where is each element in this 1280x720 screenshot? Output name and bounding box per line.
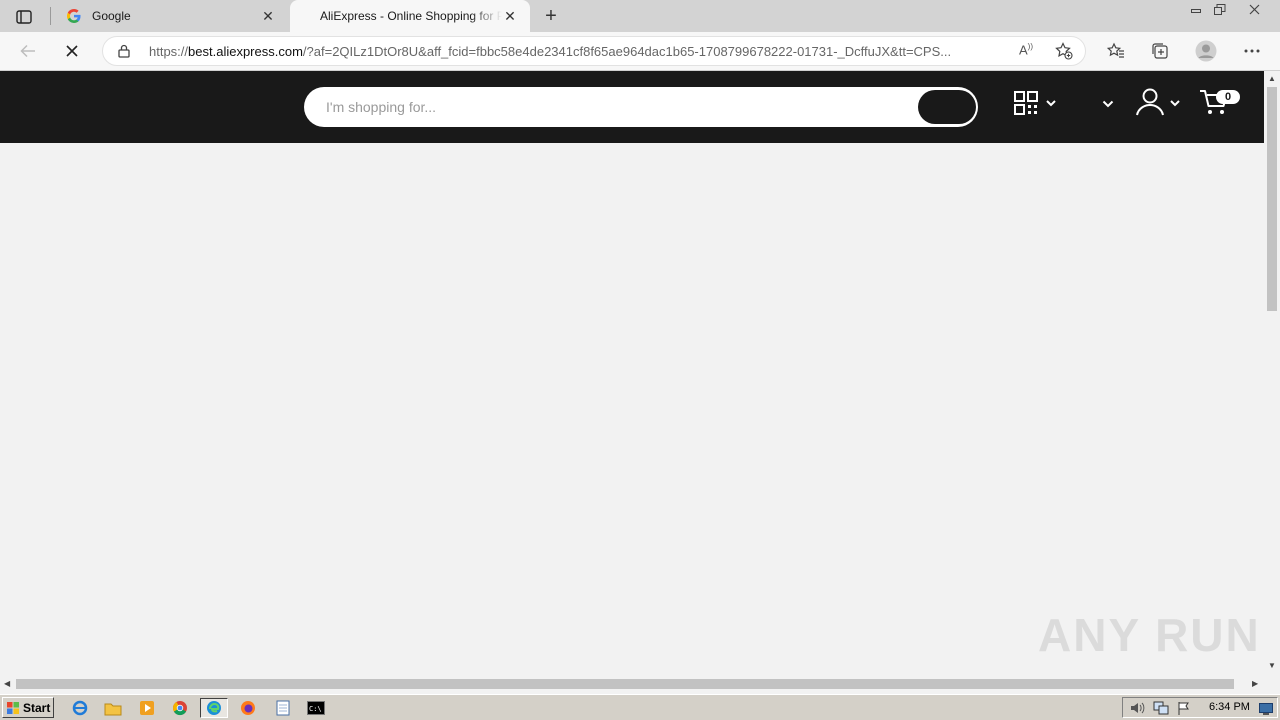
scroll-down-arrow-icon[interactable]: ▼ xyxy=(1268,661,1276,670)
action-center-flag-icon[interactable] xyxy=(1177,701,1191,720)
stop-icon xyxy=(66,45,78,57)
tab-separator xyxy=(50,7,51,25)
horizontal-scrollbar[interactable]: ◀ ▶ xyxy=(0,677,1264,691)
lock-icon xyxy=(118,44,130,63)
vertical-scroll-thumb[interactable] xyxy=(1267,87,1277,311)
volume-icon[interactable] xyxy=(1129,701,1145,720)
search-bar xyxy=(304,87,978,127)
tab-actions-button[interactable] xyxy=(8,6,40,28)
language-dropdown-button[interactable] xyxy=(1100,97,1116,111)
cart-count-badge: 0 xyxy=(1216,90,1240,104)
scroll-left-arrow-icon[interactable]: ◀ xyxy=(4,679,10,688)
restore-button[interactable] xyxy=(1208,0,1232,18)
url-path: /?af=2QILz1DtOr8U&aff_fcid=fbbc58e4de234… xyxy=(302,44,952,59)
back-arrow-icon xyxy=(20,44,35,58)
start-button[interactable]: Start xyxy=(2,697,54,718)
internet-explorer-icon xyxy=(72,700,88,716)
browser-toolbar: https://best.aliexpress.com/?af=2QILz1Dt… xyxy=(0,32,1280,71)
tab-google[interactable]: Google ✕ xyxy=(56,0,288,32)
taskbar: Start C:\ 6:34 PM xyxy=(0,694,1280,720)
taskbar-notepad-button[interactable] xyxy=(269,698,297,718)
collections-icon xyxy=(1152,43,1168,59)
horizontal-scroll-thumb[interactable] xyxy=(16,679,1234,689)
taskbar-edge-button[interactable] xyxy=(200,698,228,718)
url-host: best.aliexpress.com xyxy=(188,44,303,59)
scroll-up-arrow-icon[interactable]: ▲ xyxy=(1268,74,1276,83)
page-content xyxy=(0,143,1264,677)
show-desktop-icon[interactable] xyxy=(1259,702,1273,720)
minimize-button[interactable] xyxy=(1184,0,1208,18)
search-button[interactable] xyxy=(918,90,976,124)
windows-logo-icon xyxy=(7,701,19,714)
new-tab-button[interactable]: + xyxy=(540,5,562,27)
anyrun-watermark: ANY RUN xyxy=(1038,608,1261,662)
back-button[interactable] xyxy=(14,38,42,64)
tab-actions-icon xyxy=(16,10,32,24)
start-label: Start xyxy=(23,700,51,715)
collections-button[interactable] xyxy=(1146,38,1174,64)
read-aloud-icon[interactable]: A)) xyxy=(1019,42,1033,57)
stop-loading-button[interactable] xyxy=(58,38,86,64)
minimize-icon xyxy=(1191,9,1201,13)
site-header xyxy=(0,71,1264,143)
close-icon xyxy=(1249,4,1259,14)
tab-title: AliExpress - Online Shopping for Popular… xyxy=(320,9,502,23)
taskbar-firefox-button[interactable] xyxy=(234,698,262,718)
restore-icon xyxy=(1214,3,1226,15)
watermark-text: ANY RUN xyxy=(1038,609,1261,661)
address-bar[interactable]: https://best.aliexpress.com/?af=2QILz1Dt… xyxy=(102,36,1086,66)
close-window-button[interactable] xyxy=(1242,0,1266,18)
vertical-scrollbar[interactable]: ▲ ▼ xyxy=(1264,71,1280,677)
account-button[interactable] xyxy=(1134,85,1184,119)
chevron-down-icon xyxy=(1102,100,1114,108)
qr-code-icon xyxy=(1014,91,1056,115)
add-favorite-icon[interactable] xyxy=(1055,42,1073,65)
tab-strip: Google ✕ AliExpress - Online Shopping fo… xyxy=(0,0,1280,32)
system-tray: 6:34 PM xyxy=(1122,697,1278,718)
taskbar-ie-button[interactable] xyxy=(66,698,94,718)
tab-close-button[interactable]: ✕ xyxy=(502,8,518,24)
app-qr-button[interactable] xyxy=(1012,89,1058,119)
folder-icon xyxy=(104,703,122,715)
media-player-icon xyxy=(140,701,154,715)
scroll-right-arrow-icon[interactable]: ▶ xyxy=(1252,679,1258,688)
tab-close-button[interactable]: ✕ xyxy=(260,8,276,24)
user-icon xyxy=(1136,88,1180,116)
taskbar-media-button[interactable] xyxy=(133,698,161,718)
url-prefix: https:// xyxy=(149,44,189,59)
chrome-icon xyxy=(172,701,187,716)
taskbar-explorer-button[interactable] xyxy=(99,698,127,718)
url-text[interactable]: https://best.aliexpress.com/?af=2QILz1Dt… xyxy=(149,44,1011,59)
taskbar-chrome-button[interactable] xyxy=(166,698,194,718)
edge-icon xyxy=(207,701,221,715)
google-g-icon xyxy=(66,8,82,24)
favorites-icon xyxy=(1107,42,1124,58)
settings-menu-button[interactable] xyxy=(1238,38,1266,64)
tab-aliexpress[interactable]: AliExpress - Online Shopping for Popular… xyxy=(290,0,530,32)
search-input[interactable] xyxy=(326,97,906,117)
taskbar-cmd-button[interactable]: C:\ xyxy=(302,698,330,718)
profile-button[interactable] xyxy=(1192,38,1220,64)
profile-avatar-icon xyxy=(1195,40,1217,62)
notepad-icon xyxy=(276,700,290,716)
firefox-icon xyxy=(241,701,255,715)
network-icon[interactable] xyxy=(1153,701,1169,720)
command-prompt-icon: C:\ xyxy=(307,701,325,715)
taskbar-clock[interactable]: 6:34 PM xyxy=(1209,701,1250,713)
svg-text:C:\: C:\ xyxy=(309,705,322,713)
tab-title: Google xyxy=(92,9,131,23)
more-dots-icon xyxy=(1244,49,1260,53)
favorites-button[interactable] xyxy=(1102,38,1130,64)
